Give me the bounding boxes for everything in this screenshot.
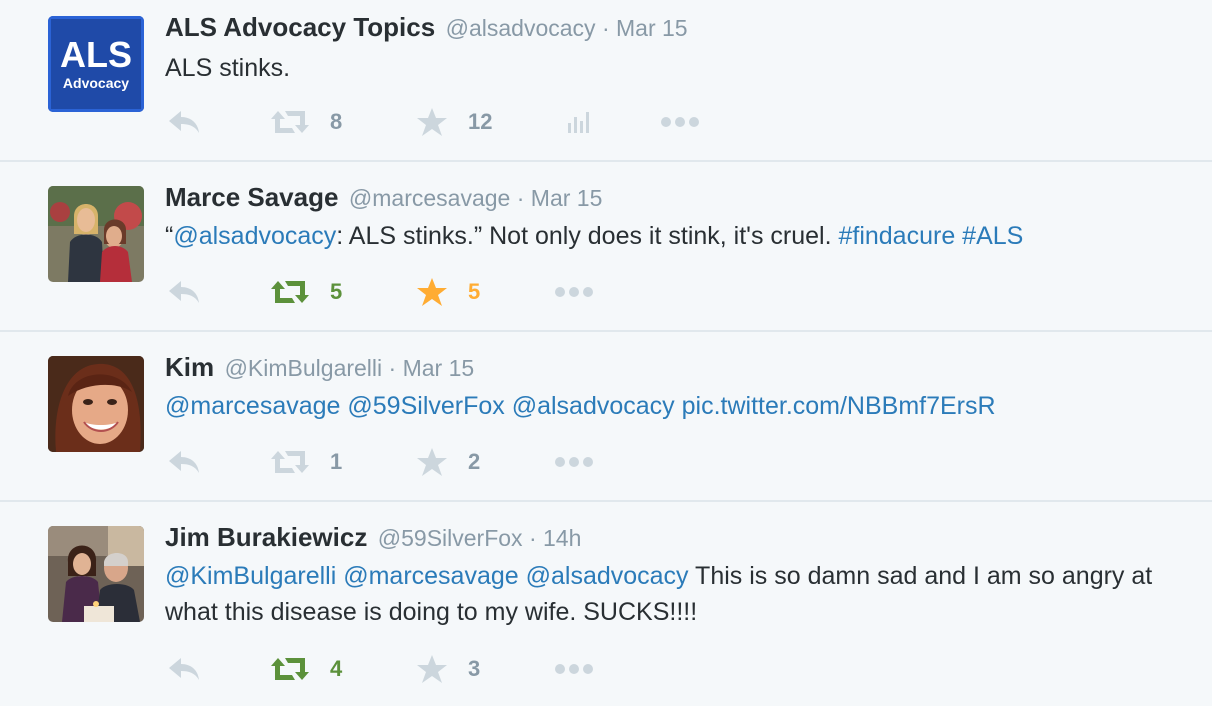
tweet-header: Jim Burakiewicz @59SilverFox · 14h: [165, 522, 581, 553]
retweet-icon: [271, 451, 309, 473]
meta-separator: ·: [595, 15, 617, 41]
logo-subtext: Advocacy: [62, 75, 130, 91]
favorite-star-icon: [417, 448, 447, 476]
hashtag-link[interactable]: #ALS: [962, 222, 1023, 250]
retweet-button[interactable]: 1: [270, 447, 342, 477]
more-icon: [555, 457, 593, 467]
more-button[interactable]: [554, 447, 594, 477]
retweet-button[interactable]: 5: [270, 277, 342, 307]
tweet-timestamp[interactable]: Mar 15: [531, 185, 603, 211]
more-icon: [555, 664, 593, 674]
retweet-count: 4: [330, 656, 343, 681]
reply-button[interactable]: [167, 447, 201, 477]
more-button[interactable]: [660, 107, 700, 137]
retweet-count: 5: [330, 279, 343, 304]
author-handle[interactable]: @marcesavage: [349, 185, 510, 211]
profile-photo: [48, 526, 144, 622]
meta-separator: ·: [382, 355, 403, 381]
tweet-text-content: : ALS stinks.” Not only does it stink, i…: [336, 222, 839, 250]
author-handle[interactable]: @KimBulgarelli: [225, 355, 383, 381]
favorite-star-icon: [417, 655, 447, 683]
favorite-count: 12: [468, 109, 493, 134]
tweet-timestamp[interactable]: Mar 15: [616, 15, 688, 41]
mention-links[interactable]: @KimBulgarelli @marcesavage @alsadvocacy: [165, 562, 689, 590]
retweet-icon: [271, 111, 309, 133]
favorite-button[interactable]: 2: [416, 447, 480, 477]
author-name[interactable]: Jim Burakiewicz: [165, 522, 367, 552]
profile-photo: [48, 186, 144, 282]
reply-icon: [169, 111, 199, 133]
reply-icon: [169, 281, 199, 303]
tweet-header: Marce Savage @marcesavage · Mar 15: [165, 182, 602, 213]
favorite-count: 5: [468, 279, 481, 304]
analytics-button[interactable]: [566, 107, 594, 137]
retweet-count: 1: [330, 449, 343, 474]
reply-button[interactable]: [167, 277, 201, 307]
reply-icon: [169, 451, 199, 473]
hashtag-link[interactable]: #findacure: [838, 222, 955, 250]
favorite-count: 2: [468, 449, 481, 474]
profile-photo: [48, 356, 144, 452]
avatar[interactable]: [48, 356, 144, 452]
avatar[interactable]: [48, 526, 144, 622]
retweet-button[interactable]: 8: [270, 107, 342, 137]
mentions-and-pic-link[interactable]: @marcesavage @59SilverFox @alsadvocacy p…: [165, 392, 996, 420]
reply-button[interactable]: [167, 107, 201, 137]
favorite-button[interactable]: 3: [416, 654, 480, 684]
retweet-count: 8: [330, 109, 343, 134]
als-advocacy-logo: ALS Advocacy: [48, 16, 144, 112]
avatar[interactable]: ALS Advocacy: [48, 16, 144, 112]
analytics-icon: [568, 112, 589, 133]
tweet-timestamp[interactable]: Mar 15: [403, 355, 475, 381]
tweet-header: ALS Advocacy Topics @alsadvocacy · Mar 1…: [165, 12, 688, 43]
retweet-icon: [271, 658, 309, 680]
tweet-item[interactable]: Kim @KimBulgarelli · Mar 15 @marcesavage…: [0, 332, 1212, 500]
author-handle[interactable]: @alsadvocacy: [446, 15, 596, 41]
author-name[interactable]: Marce Savage: [165, 182, 338, 212]
tweet-item[interactable]: Marce Savage @marcesavage · Mar 15 “@als…: [0, 162, 1212, 330]
tweet-text-content: ALS stinks.: [165, 54, 291, 82]
favorite-star-icon: [417, 108, 447, 136]
favorite-button[interactable]: 5: [416, 277, 480, 307]
tweet-header: Kim @KimBulgarelli · Mar 15: [165, 352, 474, 383]
logo-text: ALS: [60, 34, 132, 75]
tweet-text: “@alsadvocacy: ALS stinks.” Not only doe…: [165, 218, 1175, 254]
meta-separator: ·: [522, 525, 544, 551]
author-name[interactable]: Kim: [165, 352, 214, 382]
tweet-item[interactable]: Jim Burakiewicz @59SilverFox · 14h @KimB…: [0, 502, 1212, 706]
retweet-button[interactable]: 4: [270, 654, 342, 684]
favorite-star-icon: [417, 278, 447, 306]
author-handle[interactable]: @59SilverFox: [378, 525, 523, 551]
tweet-text: ALS stinks.: [165, 50, 1175, 86]
reply-icon: [169, 658, 199, 680]
tweet-text: @marcesavage @59SilverFox @alsadvocacy p…: [165, 388, 1175, 424]
more-button[interactable]: [554, 277, 594, 307]
reply-button[interactable]: [167, 654, 201, 684]
favorite-count: 3: [468, 656, 481, 681]
meta-separator: ·: [510, 185, 531, 211]
tweet-text: @KimBulgarelli @marcesavage @alsadvocacy…: [165, 558, 1165, 630]
mention-link[interactable]: @alsadvocacy: [173, 222, 336, 250]
avatar[interactable]: [48, 186, 144, 282]
favorite-button[interactable]: 12: [416, 107, 492, 137]
author-name[interactable]: ALS Advocacy Topics: [165, 12, 435, 42]
more-icon: [661, 117, 699, 127]
retweet-icon: [271, 281, 309, 303]
more-button[interactable]: [554, 654, 594, 684]
tweet-timestamp[interactable]: 14h: [543, 525, 581, 551]
more-icon: [555, 287, 593, 297]
tweet-item[interactable]: ALS Advocacy ALS Advocacy Topics @alsadv…: [0, 0, 1212, 160]
